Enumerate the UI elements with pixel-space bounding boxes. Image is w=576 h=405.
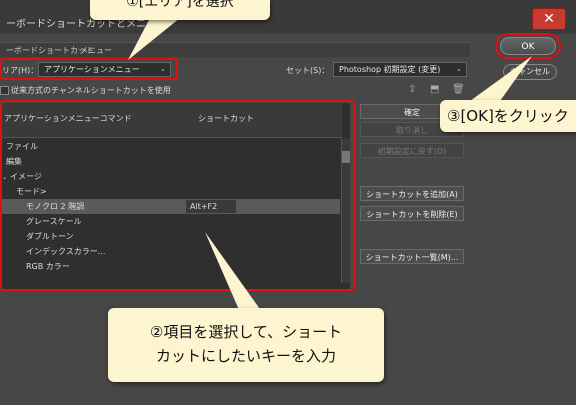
- callout-step2: ②項目を選択して、ショート カットにしたいキーを入力: [108, 308, 384, 382]
- callout-step1-text: ①[エリア]を選択: [126, 0, 234, 10]
- callout-step1: ①[エリア]を選択: [90, 0, 270, 20]
- callout-step3: ③[OK]をクリック: [440, 100, 576, 132]
- callout-step2-line2: カットにしたいキーを入力: [155, 347, 336, 365]
- callout3-tail: [470, 56, 532, 101]
- callout2-tail: [205, 232, 262, 312]
- callout-step2-line1: ②項目を選択して、ショート: [149, 323, 343, 341]
- callout1-tail: [128, 18, 180, 60]
